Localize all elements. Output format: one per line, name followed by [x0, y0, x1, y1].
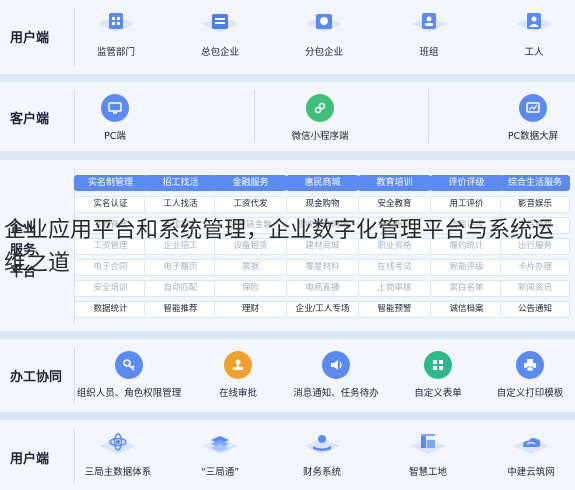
service-cell[interactable]: 数据统计: [74, 301, 147, 318]
item-label: 组织人员、角色权限管理: [76, 388, 182, 399]
item-online-approval[interactable]: 在线审批: [208, 351, 268, 399]
item-label: PC端: [104, 131, 126, 142]
column-header[interactable]: 招工找活: [144, 175, 217, 191]
item-label: 总包企业: [200, 47, 239, 58]
item-finance-system[interactable]: 财务系统: [292, 430, 352, 478]
item-subcontractor[interactable]: 分包企业: [292, 10, 356, 58]
service-cell[interactable]: 工人找活: [144, 196, 217, 213]
item-label: 消息通知、任务待办: [293, 388, 379, 399]
subcontractor-building-icon: [304, 10, 344, 40]
item-general-contractor[interactable]: 总包企业: [188, 10, 252, 58]
item-label: 自定义表单: [414, 388, 462, 399]
service-cell[interactable]: 智能预警: [358, 301, 431, 318]
item-worker[interactable]: 工人: [502, 10, 566, 58]
layers-icon: [200, 430, 240, 460]
printer-icon: [516, 351, 544, 379]
section-label-user-bottom: 用户端: [10, 452, 50, 467]
service-cell[interactable]: 诚信档案: [430, 301, 503, 318]
service-cell[interactable]: 安全教育: [358, 196, 431, 213]
atom-icon: [98, 430, 138, 460]
user-end-top-section: 用户端 监管部门 总包企业 分包企业 班组 工人: [0, 0, 575, 74]
item-team[interactable]: 班组: [397, 10, 461, 58]
item-label: 在线审批: [218, 388, 257, 399]
item-custom-print[interactable]: 自定义打印模板: [490, 351, 570, 399]
item-org-roles[interactable]: 组织人员、角色权限管理: [74, 351, 184, 399]
section-label-office: 办工协同: [10, 370, 63, 385]
team-badge-icon: [409, 10, 449, 40]
divider: [74, 8, 75, 66]
item-cloud-net[interactable]: 中建云筑网: [496, 430, 566, 478]
service-cell[interactable]: 新闻资讯: [500, 280, 570, 297]
divider: [74, 428, 75, 484]
service-cell[interactable]: 自动匹配: [144, 280, 217, 297]
service-cell[interactable]: 公告通知: [500, 301, 570, 318]
client-section: 客户端 PC端 微信小程序端 PC数据大屏: [0, 82, 575, 151]
service-cell[interactable]: 现金购物: [286, 196, 359, 213]
service-cell[interactable]: 电商直播: [286, 280, 359, 297]
grid-form-icon: [424, 351, 452, 379]
worker-icon: [514, 10, 554, 40]
supervision-building-icon: [96, 10, 136, 40]
column-header[interactable]: 实名制管理: [74, 175, 147, 191]
column-header[interactable]: 金融服务: [214, 175, 287, 191]
column-header[interactable]: 教育培训: [358, 175, 431, 191]
item-label: 班组: [419, 47, 439, 58]
service-cell[interactable]: 黑白名单: [430, 280, 503, 297]
item-label: 中建云筑网: [507, 467, 555, 478]
column-header[interactable]: 惠民商城: [286, 175, 359, 191]
item-pc[interactable]: PC端: [80, 94, 150, 142]
item-label: “三局通”: [200, 467, 240, 478]
cloud-net-icon: [511, 430, 551, 460]
data-screen-icon: [519, 94, 547, 122]
service-cell[interactable]: 工资代发: [214, 196, 287, 213]
office-collab-section: 办工协同 组织人员、角色权限管理 在线审批 消息通知、任务待办 自定义表单 自定…: [0, 339, 575, 412]
item-smart-site[interactable]: 智慧工地: [398, 430, 458, 478]
contractor-building-icon: [200, 10, 240, 40]
divider: [254, 90, 255, 143]
service-cell[interactable]: 智能推荐: [144, 301, 217, 318]
item-notifications[interactable]: 消息通知、任务待办: [286, 351, 386, 399]
stamp-icon: [224, 351, 252, 379]
finance-hand-icon: [302, 430, 342, 460]
item-label: 自定义打印模板: [496, 388, 564, 399]
item-label: 监管部门: [96, 47, 135, 58]
item-sanjutong[interactable]: “三局通”: [190, 430, 250, 478]
item-label: 工人: [524, 47, 544, 58]
section-label-user-top: 用户端: [10, 31, 50, 46]
smart-site-icon: [408, 430, 448, 460]
divider: [428, 90, 429, 143]
item-custom-form[interactable]: 自定义表单: [406, 351, 470, 399]
item-data-screen[interactable]: PC数据大屏: [496, 94, 570, 142]
service-cell[interactable]: 实名认证: [74, 196, 147, 213]
mini-program-icon: [306, 94, 334, 122]
item-label: 智慧工地: [408, 467, 447, 478]
item-label: 三局主数据体系: [84, 467, 152, 478]
service-cell[interactable]: 理财: [214, 301, 287, 318]
overlay-caption: 企业应用平台和系统管理，企业数字化管理平台与系统运维之道: [4, 218, 555, 276]
item-label: 分包企业: [304, 47, 343, 58]
item-supervision[interactable]: 监管部门: [84, 10, 148, 58]
pc-icon: [101, 94, 129, 122]
service-cell[interactable]: 安全培训: [74, 280, 147, 297]
service-cell[interactable]: 企业/工人专场: [286, 301, 359, 318]
service-cell[interactable]: 上岗审核: [358, 280, 431, 297]
section-label-client: 客户端: [10, 112, 50, 127]
column-header[interactable]: 评价评级: [430, 175, 503, 191]
speaker-icon: [322, 351, 350, 379]
item-label: 微信小程序端: [291, 131, 349, 142]
service-cell[interactable]: 影音娱乐: [500, 196, 570, 213]
service-cell[interactable]: 保险: [214, 280, 287, 297]
item-mini-program[interactable]: 微信小程序端: [278, 94, 362, 142]
item-label: 财务系统: [302, 467, 341, 478]
item-master-data[interactable]: 三局主数据体系: [80, 430, 156, 478]
user-end-bottom-section: 用户端 三局主数据体系 “三局通” 财务系统 智慧工地 中建云筑网: [0, 420, 575, 490]
item-label: PC数据大屏: [507, 131, 559, 142]
service-cell[interactable]: 用工评价: [430, 196, 503, 213]
key-icon: [115, 351, 143, 379]
divider: [74, 90, 75, 143]
column-header[interactable]: 综合生活服务: [500, 175, 570, 191]
